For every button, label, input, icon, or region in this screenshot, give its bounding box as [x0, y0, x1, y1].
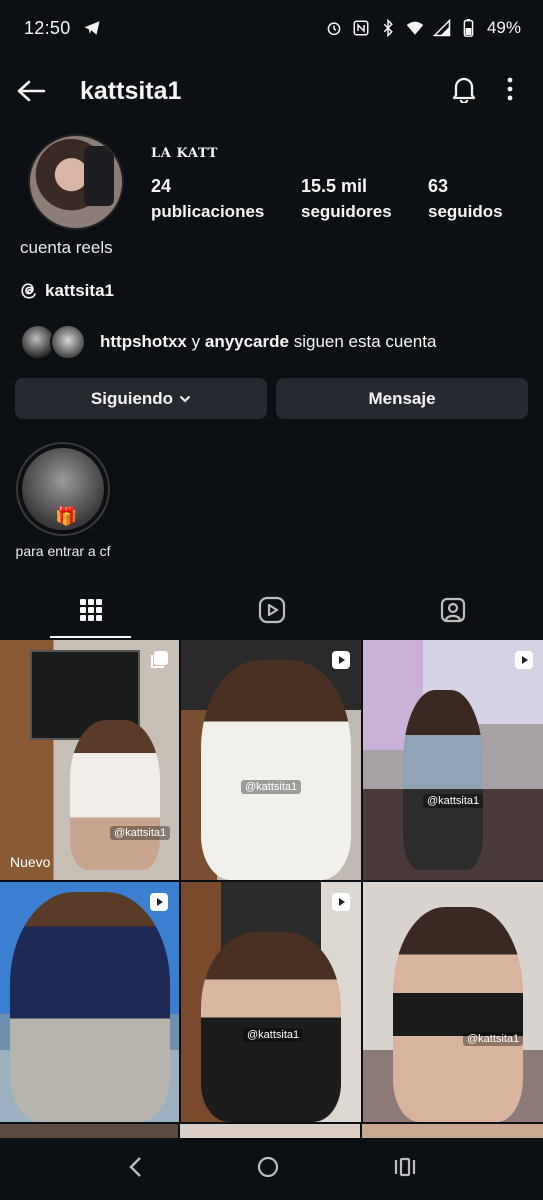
- mutual-avatar-2: [50, 324, 86, 360]
- stat-following-label: seguidos: [428, 202, 503, 221]
- nfc-icon: [352, 19, 370, 37]
- watermark: @kattsita1: [463, 1032, 524, 1046]
- stat-followers-label: seguidores: [301, 202, 392, 221]
- new-label: Nuevo: [10, 854, 51, 870]
- post-thumbnail[interactable]: @kattsita1 Nuevo: [0, 640, 179, 880]
- post-thumbnail[interactable]: @kattsita1: [181, 640, 361, 880]
- header-username: kattsita1: [80, 76, 182, 105]
- stat-following-value: 63: [428, 176, 449, 196]
- highlight-label: para entrar a cf: [15, 543, 111, 559]
- post-thumbnail[interactable]: @kattsita1: [181, 882, 361, 1122]
- watermark: @kattsita1: [423, 794, 484, 808]
- nav-home-button[interactable]: [257, 1156, 279, 1183]
- stat-followers[interactable]: 15.5 mil seguidores: [301, 176, 392, 222]
- highlight-ring: 🎁: [16, 442, 110, 536]
- battery-icon: [460, 19, 478, 37]
- more-vertical-icon: [507, 77, 513, 100]
- threads-handle: kattsita1: [45, 281, 114, 300]
- nav-home-icon: [258, 1156, 279, 1177]
- reels-icon: [258, 596, 285, 624]
- mutual-connector: y: [191, 332, 201, 351]
- action-buttons: Siguiendo Mensaje: [15, 378, 528, 419]
- mutual-user-1[interactable]: httpshotxx: [100, 332, 187, 351]
- carousel-icon: [151, 651, 168, 668]
- grid-icon: [79, 599, 102, 621]
- stat-posts: 24 publicaciones: [151, 176, 264, 222]
- mutual-suffix: siguen esta cuenta: [293, 332, 437, 351]
- status-time: 12:50: [24, 17, 71, 38]
- nav-back-icon: [129, 1156, 142, 1177]
- alarm-icon: [325, 19, 343, 37]
- highlight-cover: 🎁: [22, 448, 104, 530]
- posts-row-partial: [0, 1124, 543, 1138]
- status-bar: 12:50 49%: [0, 0, 543, 56]
- back-button[interactable]: [16, 76, 46, 106]
- stat-followers-value: 15.5 mil: [301, 176, 368, 196]
- bio-text: cuenta reels: [20, 238, 113, 257]
- wifi-icon: [406, 19, 424, 37]
- nav-back-button[interactable]: [127, 1156, 143, 1183]
- mutual-followers[interactable]: httpshotxx y anyycarde siguen esta cuent…: [20, 322, 436, 362]
- notifications-button[interactable]: [451, 75, 477, 108]
- story-highlight[interactable]: 🎁 para entrar a cf: [8, 442, 118, 559]
- watermark: @kattsita1: [243, 1028, 304, 1042]
- following-label: Siguiendo: [90, 388, 174, 408]
- tab-tagged[interactable]: [362, 582, 543, 638]
- tagged-icon: [440, 597, 465, 623]
- following-button[interactable]: Siguiendo: [15, 378, 267, 419]
- avatar[interactable]: [28, 134, 124, 230]
- post-thumbnail[interactable]: @kattsita1: [363, 882, 543, 1122]
- stat-following[interactable]: 63 seguidos: [428, 176, 503, 222]
- tab-reels[interactable]: [181, 582, 362, 638]
- watermark: @kattsita1: [241, 780, 302, 794]
- bluetooth-icon: [379, 19, 397, 37]
- stat-posts-label: publicaciones: [151, 202, 265, 221]
- posts-grid: @kattsita1 Nuevo @kattsita1 @kattsita1 @…: [0, 640, 543, 1122]
- reel-badge-icon: [150, 893, 168, 911]
- reel-badge-icon: [332, 893, 350, 911]
- message-label: Mensaje: [368, 388, 436, 408]
- reel-badge-icon: [515, 651, 533, 669]
- system-nav-bar: [0, 1138, 543, 1200]
- profile-tabs: [0, 582, 543, 638]
- signal-icon: [432, 19, 451, 37]
- mutual-avatars: [20, 322, 90, 362]
- reel-badge-icon: [332, 651, 350, 669]
- bell-icon: [452, 77, 476, 104]
- nav-recents-button[interactable]: [394, 1157, 416, 1182]
- post-thumbnail[interactable]: [0, 882, 179, 1122]
- back-arrow-icon: [17, 80, 46, 102]
- threads-link[interactable]: kattsita1: [20, 281, 114, 301]
- telegram-icon: [83, 19, 101, 37]
- tab-posts[interactable]: [0, 582, 181, 638]
- more-options-button[interactable]: [507, 77, 513, 106]
- stat-posts-value: 24: [151, 176, 172, 196]
- profile-header: kattsita1: [0, 64, 543, 118]
- gift-icon: 🎁: [55, 506, 78, 526]
- mutual-text: httpshotxx y anyycarde siguen esta cuent…: [100, 332, 436, 352]
- threads-icon: [21, 283, 36, 299]
- post-thumbnail[interactable]: @kattsita1: [363, 640, 543, 880]
- watermark: @kattsita1: [110, 826, 171, 840]
- nav-recents-icon: [394, 1157, 415, 1176]
- display-name: LA KATT: [151, 146, 218, 161]
- message-button[interactable]: Mensaje: [276, 378, 528, 419]
- battery-percent: 49%: [486, 18, 521, 37]
- mutual-user-2[interactable]: anyycarde: [205, 332, 289, 351]
- chevron-down-icon: [179, 395, 191, 402]
